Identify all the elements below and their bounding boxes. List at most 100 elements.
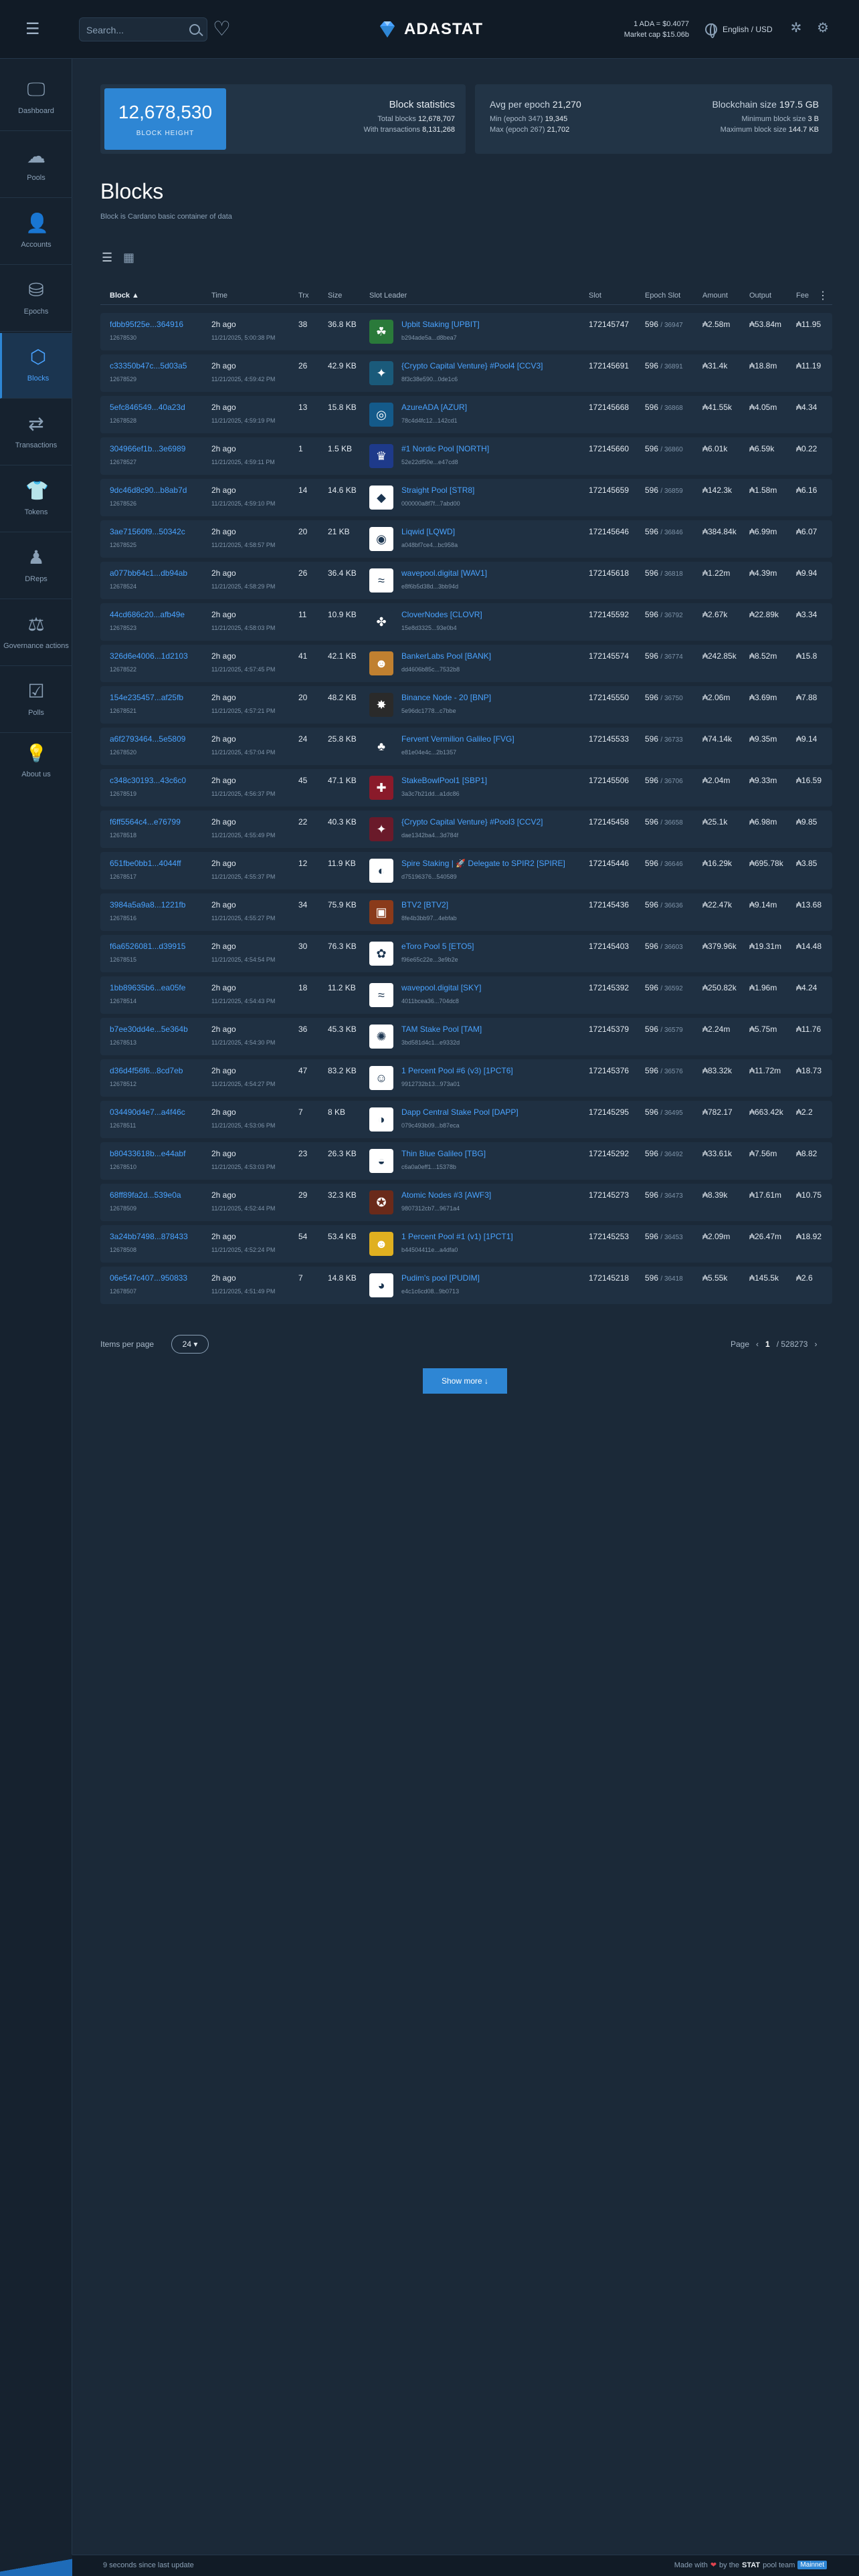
table-row[interactable]: c348c30193...43c6c0 12678519 2h ago 11/21/2… (100, 769, 832, 807)
block-hash-link[interactable]: 3ae71560f9...50342c (110, 527, 185, 536)
pool-logo-icon[interactable]: ✤ (369, 610, 393, 634)
slot-leader-link[interactable]: {Crypto Capital Venture} #Pool3 [CCV2] (401, 817, 543, 827)
items-per-page-select[interactable]: 24 ▾ (171, 1335, 209, 1354)
slot-leader-link[interactable]: StakeBowlPool1 [SBP1] (401, 776, 487, 785)
block-hash-link[interactable]: 034490d4e7...a4f46c (110, 1107, 185, 1117)
table-row[interactable]: 326d6e4006...1d2103 12678522 2h ago 11/21/2… (100, 645, 832, 682)
table-row[interactable]: f6ff5564c4...e76799 12678518 2h ago 11/21/2… (100, 811, 832, 848)
show-more-button[interactable]: Show more ↓ (423, 1368, 507, 1394)
pool-logo-icon[interactable]: ♛ (369, 444, 393, 468)
pool-logo-icon[interactable]: ◎ (369, 403, 393, 427)
block-hash-link[interactable]: 3a24bb7498...878433 (110, 1232, 188, 1241)
slot-leader-link[interactable]: Atomic Nodes #3 [AWF3] (401, 1190, 491, 1200)
pool-logo-icon[interactable]: ✚ (369, 776, 393, 800)
block-hash-link[interactable]: 9dc46d8c90...b8ab7d (110, 486, 187, 495)
table-row[interactable]: 06e547c407...950833 12678507 2h ago 11/21/2… (100, 1267, 832, 1304)
block-hash-link[interactable]: c33350b47c...5d03a5 (110, 361, 187, 370)
block-hash-link[interactable]: 3984a5a9a8...1221fb (110, 900, 185, 909)
pool-logo-icon[interactable]: ≈ (369, 983, 393, 1007)
pool-logo-icon[interactable]: ✿ (369, 942, 393, 966)
table-row[interactable]: 44cd686c20...afb49e 12678523 2h ago 11/21/2… (100, 603, 832, 641)
table-row[interactable]: 68ff89fa2d...539e0a 12678509 2h ago 11/21/2… (100, 1184, 832, 1221)
block-hash-link[interactable]: 326d6e4006...1d2103 (110, 651, 188, 661)
table-row[interactable]: 154e235457...af25fb 12678521 2h ago 11/21/2… (100, 686, 832, 724)
sidebar-item-about[interactable]: 💡 About us (0, 733, 72, 793)
pool-logo-icon[interactable]: ✸ (369, 693, 393, 717)
slot-leader-link[interactable]: BTV2 [BTV2] (401, 900, 448, 909)
table-row[interactable]: d36d4f56f6...8cd7eb 12678512 2h ago 11/21/2… (100, 1059, 832, 1097)
pool-logo-icon[interactable]: ◕ (369, 1273, 393, 1297)
column-header-epoch-slot[interactable]: Epoch Slot (645, 292, 680, 300)
block-hash-link[interactable]: c348c30193...43c6c0 (110, 776, 186, 785)
block-hash-link[interactable]: 68ff89fa2d...539e0a (110, 1190, 181, 1200)
column-header-size[interactable]: Size (328, 292, 342, 300)
column-options-icon[interactable]: ⋮ (818, 289, 828, 302)
slot-leader-link[interactable]: Spire Staking | 🚀 Delegate to SPIR2 [SPI… (401, 859, 565, 868)
pool-logo-icon[interactable]: ☻ (369, 1232, 393, 1256)
slot-leader-link[interactable]: 1 Percent Pool #1 (v1) [1PCT1] (401, 1232, 513, 1241)
pool-logo-icon[interactable]: ♣ (369, 734, 393, 758)
heart-icon[interactable]: ♡ (213, 16, 231, 43)
slot-leader-link[interactable]: Upbit Staking [UPBIT] (401, 320, 480, 329)
block-hash-link[interactable]: d36d4f56f6...8cd7eb (110, 1066, 183, 1075)
language-selector[interactable]: English / USD (705, 21, 773, 38)
slot-leader-link[interactable]: #1 Nordic Pool [NORTH] (401, 444, 489, 453)
slot-leader-link[interactable]: Liqwid [LQWD] (401, 527, 455, 536)
sidebar-item-tokens[interactable]: 👕 Tokens (0, 467, 72, 532)
theme-toggle-icon[interactable]: ✲ (788, 20, 804, 36)
hamburger-menu-icon[interactable]: ☰ (25, 20, 44, 39)
table-row[interactable]: 9dc46d8c90...b8ab7d 12678526 2h ago 11/21/2… (100, 479, 832, 516)
table-row[interactable]: b7ee30dd4e...5e364b 12678513 2h ago 11/21/2… (100, 1018, 832, 1055)
table-row[interactable]: f6a6526081...d39915 12678515 2h ago 11/21/2… (100, 935, 832, 972)
sidebar-item-accounts[interactable]: 👤 Accounts (0, 199, 72, 265)
block-hash-link[interactable]: a6f2793464...5e5809 (110, 734, 185, 744)
block-hash-link[interactable]: fdbb95f25e...364916 (110, 320, 183, 329)
search-input[interactable] (86, 23, 187, 37)
slot-leader-link[interactable]: eToro Pool 5 [ETO5] (401, 942, 474, 951)
slot-leader-link[interactable]: Pudim's pool [PUDIM] (401, 1273, 480, 1283)
pool-logo-icon[interactable]: ✦ (369, 361, 393, 385)
slot-leader-link[interactable]: 1 Percent Pool #6 (v3) [1PCT6] (401, 1066, 513, 1075)
sidebar-item-epochs[interactable]: ⛁ Epochs (0, 266, 72, 332)
search-icon[interactable] (189, 24, 200, 35)
column-header-block[interactable]: Block ▲ (110, 292, 139, 300)
pool-logo-icon[interactable]: ◑ (369, 1107, 393, 1132)
slot-leader-link[interactable]: Fervent Vermilion Galileo [FVG] (401, 734, 514, 744)
slot-leader-link[interactable]: BankerLabs Pool [BANK] (401, 651, 491, 661)
sidebar-item-dashboard[interactable]: 🖵 Dashboard (0, 66, 72, 131)
pool-logo-icon[interactable]: ◉ (369, 527, 393, 551)
pool-logo-icon[interactable]: ◐ (369, 859, 393, 883)
block-hash-link[interactable]: 304966ef1b...3e6989 (110, 444, 185, 453)
table-row[interactable]: b80433618b...e44abf 12678510 2h ago 11/21/2… (100, 1142, 832, 1180)
column-header-trx[interactable]: Trx (298, 292, 308, 300)
prev-page-icon[interactable]: ‹ (756, 1339, 759, 1349)
sidebar-item-pools[interactable]: ☁ Pools (0, 132, 72, 198)
table-row[interactable]: a6f2793464...5e5809 12678520 2h ago 11/21/2… (100, 728, 832, 765)
block-hash-link[interactable]: 154e235457...af25fb (110, 693, 183, 702)
block-hash-link[interactable]: f6a6526081...d39915 (110, 942, 185, 951)
column-header-slot[interactable]: Slot (589, 292, 601, 300)
table-row[interactable]: 5efc846549...40a23d 12678528 2h ago 11/21/2… (100, 396, 832, 433)
block-hash-link[interactable]: 5efc846549...40a23d (110, 403, 185, 412)
column-header-time[interactable]: Time (211, 292, 227, 300)
pool-logo-icon[interactable]: ☺ (369, 1066, 393, 1090)
column-header-slot-leader[interactable]: Slot Leader (369, 292, 407, 300)
table-row[interactable]: 3a24bb7498...878433 12678508 2h ago 11/21/2… (100, 1225, 832, 1263)
block-hash-link[interactable]: 44cd686c20...afb49e (110, 610, 185, 619)
slot-leader-link[interactable]: Straight Pool [STR8] (401, 486, 474, 495)
pool-logo-icon[interactable]: ◆ (369, 486, 393, 510)
block-hash-link[interactable]: 651fbe0bb1...4044ff (110, 859, 181, 868)
sidebar-item-dreps[interactable]: ♟ DReps (0, 534, 72, 599)
block-hash-link[interactable]: 06e547c407...950833 (110, 1273, 187, 1283)
block-hash-link[interactable]: b7ee30dd4e...5e364b (110, 1025, 188, 1034)
pool-logo-icon[interactable]: ◒ (369, 1149, 393, 1173)
network-badge[interactable]: Mainnet (797, 2561, 827, 2569)
slot-leader-link[interactable]: CloverNodes [CLOVR] (401, 610, 482, 619)
logo[interactable]: ADASTAT (377, 17, 483, 41)
block-hash-link[interactable]: b80433618b...e44abf (110, 1149, 185, 1158)
column-header-fee[interactable]: Fee (796, 292, 809, 300)
slot-leader-link[interactable]: Thin Blue Galileo [TBG] (401, 1149, 486, 1158)
sidebar-item-blocks[interactable]: ⬡ Blocks (0, 333, 72, 399)
slot-leader-link[interactable]: Binance Node - 20 [BNP] (401, 693, 491, 702)
column-header-output[interactable]: Output (749, 292, 771, 300)
